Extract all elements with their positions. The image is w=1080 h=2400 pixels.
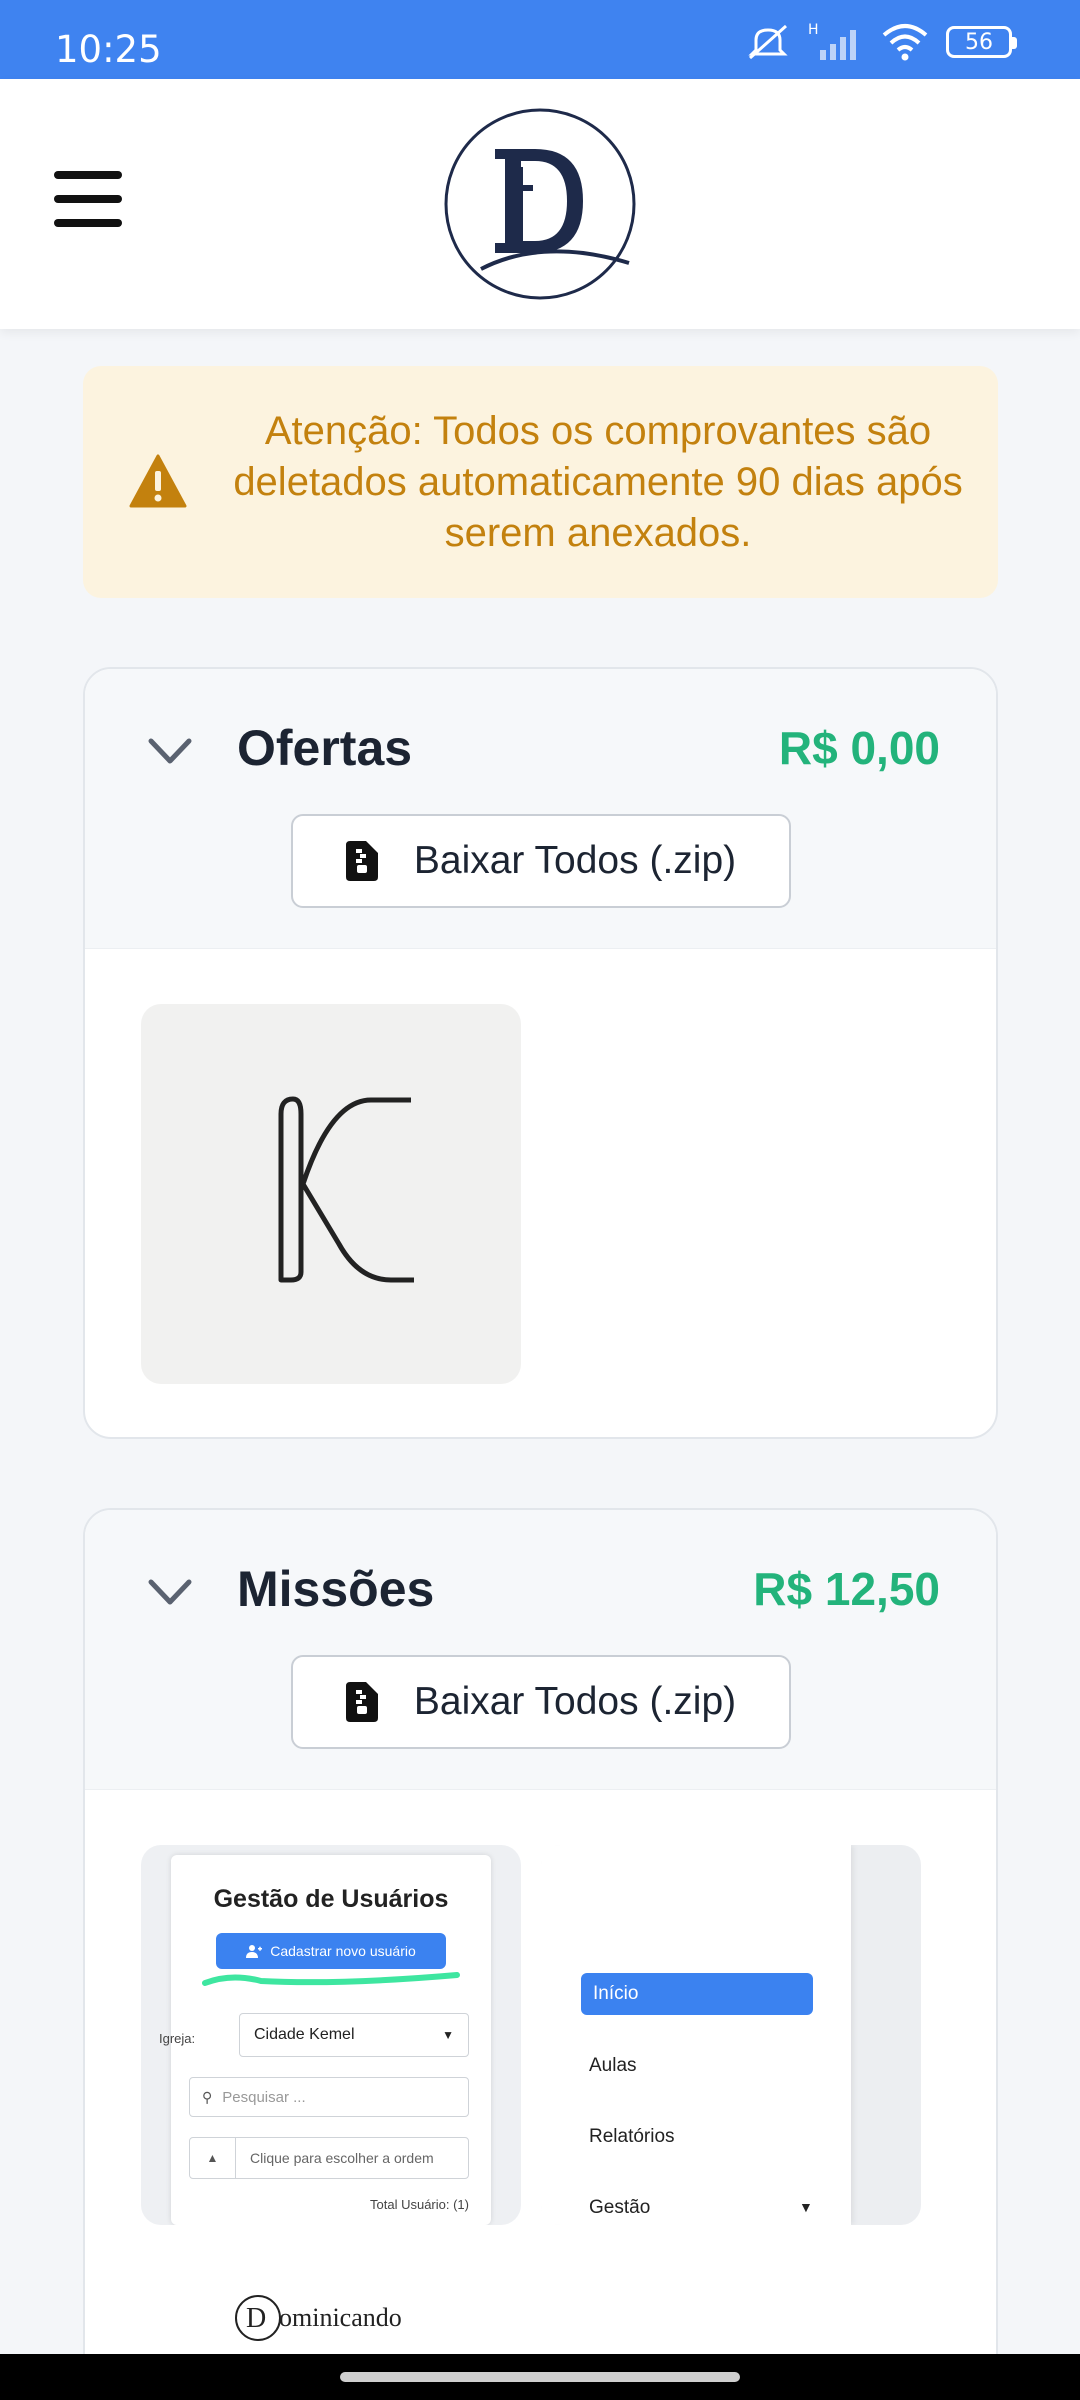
download-all-label: Baixar Todos (.zip) — [413, 1680, 737, 1723]
signal-icon: H — [808, 22, 856, 60]
svg-text:D: D — [246, 2303, 266, 2334]
system-navigation-bar — [0, 2354, 1080, 2400]
receipts-grid — [85, 949, 996, 1384]
hamburger-menu-icon[interactable] — [54, 171, 122, 227]
download-all-label: Baixar Todos (.zip) — [413, 839, 737, 882]
download-all-button[interactable]: Baixar Todos (.zip) — [291, 814, 791, 908]
screenshot-title: Gestão de Usuários — [213, 1885, 449, 1913]
section-header: Missões R$ 12,50 Baixar Todos (.zip) — [85, 1510, 996, 1790]
status-bar: 10:25 H 56 — [0, 0, 1080, 79]
alert-message: Atenção: Todos os comprovantes são delet… — [233, 409, 963, 555]
section-header: Ofertas R$ 0,00 Baixar Todos (.zip) — [85, 669, 996, 949]
battery-level: 56 — [965, 29, 993, 55]
status-time: 10:25 — [55, 28, 162, 71]
receipt-thumbnail[interactable]: Gestão de Usuários Cadastrar novo usuári… — [141, 1845, 521, 2225]
screenshot-brand-text: ominicando — [279, 2303, 402, 2332]
screenshot-order-field: ▲ Clique para escolher a ordem — [189, 2137, 469, 2179]
add-user-icon — [246, 1945, 263, 1958]
section-title: Missões — [237, 1561, 435, 1617]
chevron-down-icon[interactable] — [147, 1578, 193, 1608]
screenshot-menu-item-active: Início — [581, 1973, 813, 2015]
battery-icon: 56 — [946, 26, 1017, 58]
section-amount: R$ 12,50 — [753, 1563, 940, 1615]
dominicando-logo[interactable] — [443, 107, 637, 301]
section-ofertas: Ofertas R$ 0,00 Baixar Todos (.zip) — [83, 667, 998, 1439]
k-letter-image — [278, 1096, 414, 1283]
search-icon: ⚲ — [202, 2088, 213, 2105]
screenshot-menu-item: Gestão — [589, 2197, 651, 2218]
screenshot-menu-item-label: Início — [593, 1983, 639, 2004]
screenshot-church-select: Cidade Kemel ▼ — [239, 2013, 469, 2057]
screenshot-add-user-button: Cadastrar novo usuário — [216, 1933, 446, 1969]
screenshot-menu-item: Aulas — [589, 2055, 637, 2076]
caret-down-icon: ▼ — [442, 2028, 454, 2042]
receipts-grid: Gestão de Usuários Cadastrar novo usuári… — [85, 1790, 996, 2365]
section-amount: R$ 0,00 — [778, 722, 940, 774]
screenshot-church-label: Igreja: — [159, 2031, 196, 2046]
mute-icon — [748, 24, 788, 60]
caret-down-icon: ▼ — [799, 2199, 813, 2215]
svg-text:H: H — [808, 22, 819, 38]
caret-up-icon: ▲ — [190, 2138, 236, 2178]
wifi-icon — [882, 24, 928, 61]
screenshot-panel: Gestão de Usuários Cadastrar novo usuári… — [159, 1855, 491, 2225]
status-icons: H 56 — [746, 22, 1017, 62]
screenshot-church-value: Cidade Kemel — [254, 2026, 355, 2043]
screenshot-order-placeholder: Clique para escolher a ordem — [250, 2150, 434, 2166]
dominicando-mini-logo: D — [235, 2295, 281, 2341]
screenshot-search-placeholder: Pesquisar ... — [222, 2088, 306, 2106]
screenshot-menu-panel — [541, 1845, 851, 2225]
home-gesture-handle[interactable] — [340, 2372, 740, 2382]
warning-triangle-icon — [129, 454, 187, 508]
receipt-thumbnail[interactable]: Início Aulas Relatórios Gestão ▼ — [541, 1845, 921, 2225]
screenshot-total-users: Total Usuário: (1) — [370, 2197, 469, 2212]
screenshot-add-user-label: Cadastrar novo usuário — [270, 1943, 416, 1959]
section-missoes: Missões R$ 12,50 Baixar Todos (.zip) Ges… — [83, 1508, 998, 2400]
receipt-thumbnail[interactable]: D ominicando — [141, 2265, 521, 2365]
download-all-button[interactable]: Baixar Todos (.zip) — [291, 1655, 791, 1749]
file-zip-icon — [345, 841, 378, 881]
screenshot-search-field: ⚲ Pesquisar ... — [189, 2077, 469, 2117]
receipt-thumbnail[interactable] — [141, 1004, 521, 1384]
chevron-down-icon[interactable] — [147, 737, 193, 767]
retention-alert: Atenção: Todos os comprovantes são delet… — [83, 366, 998, 598]
file-zip-icon — [345, 1682, 378, 1722]
screenshot-menu-item: Relatórios — [589, 2126, 675, 2147]
section-title: Ofertas — [237, 720, 413, 776]
highlight-stroke — [202, 1972, 460, 1986]
app-header — [0, 79, 1080, 329]
